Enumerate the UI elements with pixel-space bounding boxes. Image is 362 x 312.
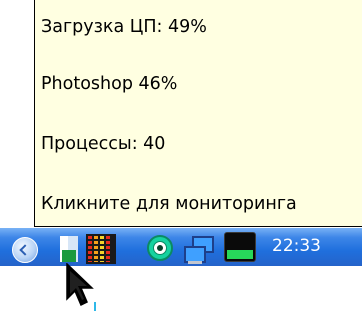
cursor-accent-line: [94, 302, 96, 311]
green-monitor-icon[interactable]: [224, 232, 256, 262]
tooltip-cpu-load: Загрузка ЦП: 49%: [41, 17, 207, 37]
clock-time[interactable]: 22:33: [272, 234, 321, 258]
target-icon[interactable]: [147, 235, 173, 261]
cpu-meter-bar: [88, 236, 92, 262]
blank-window-icon[interactable]: [58, 236, 80, 262]
cpu-meter-icon[interactable]: [86, 234, 116, 264]
network-base: [188, 261, 202, 264]
cpu-meter-bar: [106, 236, 110, 262]
back-arrow-icon[interactable]: [12, 237, 38, 263]
tooltip-process-count: Процессы: 40: [41, 134, 166, 154]
cpu-meter-bar: [100, 236, 104, 262]
blank-window-icon-part: [62, 250, 76, 262]
mouse-cursor-icon: [66, 263, 94, 307]
tooltip-click-hint: Кликните для мониторинга: [41, 194, 297, 214]
network-icon[interactable]: [182, 234, 216, 264]
cpu-monitor-tooltip[interactable]: Загрузка ЦП: 49% Photoshop 46% Процессы:…: [34, 0, 362, 227]
tooltip-photoshop-usage: Photoshop 46%: [41, 74, 178, 94]
cpu-meter-bar: [94, 236, 98, 262]
